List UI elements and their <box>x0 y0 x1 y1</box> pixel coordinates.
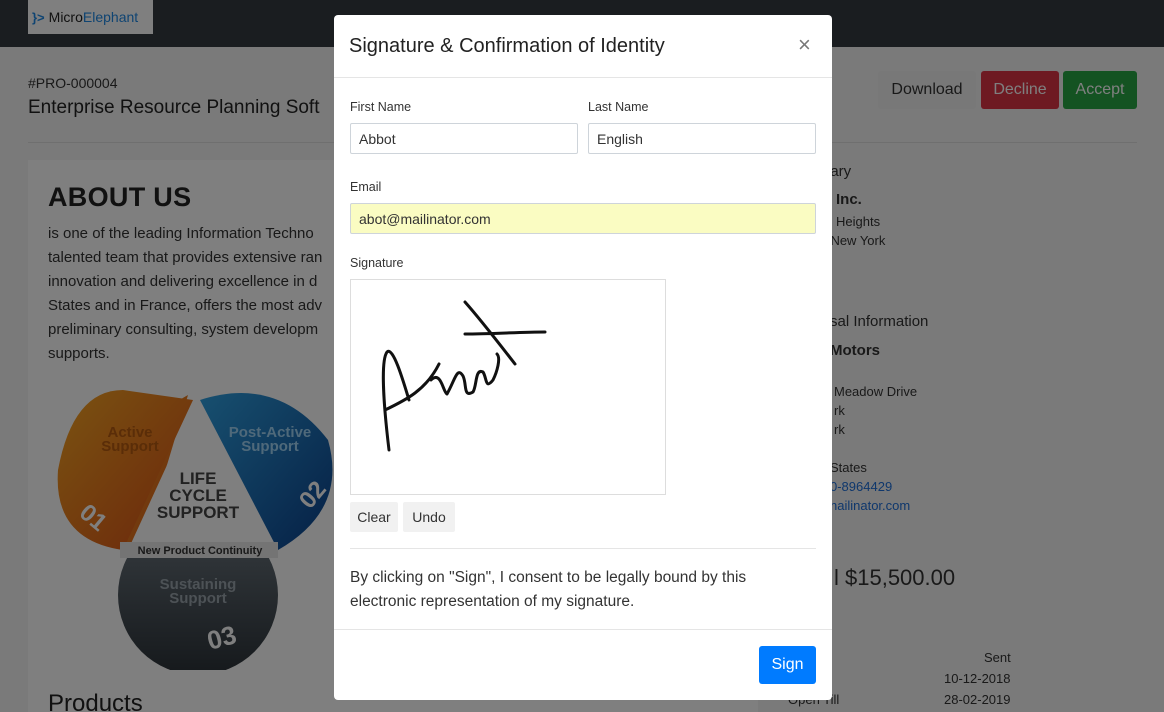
first-name-label: First Name <box>350 100 412 114</box>
last-name-input[interactable]: English <box>588 123 816 154</box>
email-input[interactable]: abot@mailinator.com <box>350 203 816 234</box>
sign-button[interactable]: Sign <box>759 646 816 684</box>
modal-divider <box>350 548 816 549</box>
modal-title: Signature & Confirmation of Identity <box>349 35 665 57</box>
signature-label: Signature <box>350 256 404 270</box>
close-icon[interactable]: × <box>798 34 811 56</box>
undo-button[interactable]: Undo <box>403 502 455 532</box>
signature-modal: Signature & Confirmation of Identity × F… <box>334 15 832 700</box>
modal-footer-divider <box>334 629 832 630</box>
signature-stroke <box>381 300 547 452</box>
consent-text: By clicking on "Sign", I consent to be l… <box>350 569 747 610</box>
first-name-input[interactable]: Abbot <box>350 123 578 154</box>
email-label: Email <box>350 180 382 194</box>
modal-header: Signature & Confirmation of Identity × <box>334 15 832 78</box>
last-name-label: Last Name <box>588 100 649 114</box>
clear-button[interactable]: Clear <box>350 502 398 532</box>
signature-pad[interactable] <box>350 279 666 495</box>
